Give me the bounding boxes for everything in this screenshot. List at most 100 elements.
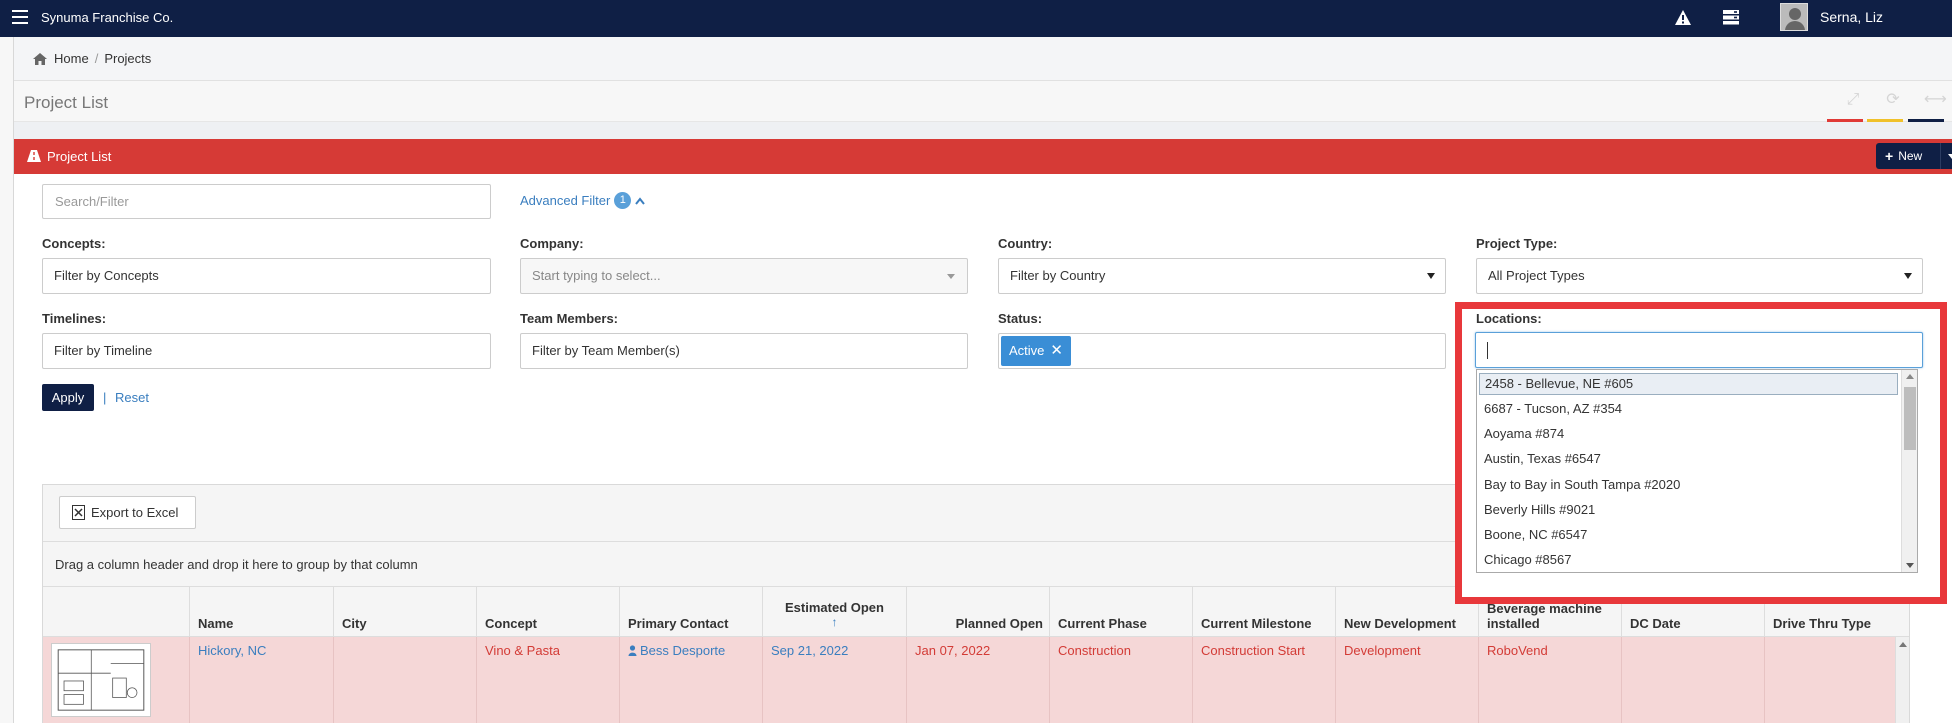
locations-search-input[interactable] [1475,332,1923,368]
status-filter[interactable]: Active ✕ [998,333,1446,369]
text-cursor [1487,342,1488,359]
column-header-primary-contact[interactable]: Primary Contact [619,587,762,637]
warning-icon[interactable] [1674,9,1692,26]
grid-scrollbar[interactable] [1895,637,1909,723]
column-header-label: DC Date [1630,616,1681,631]
column-header-label: Planned Open [955,616,1043,631]
export-to-excel-button[interactable]: Export to Excel [59,496,196,529]
brand-name[interactable]: Synuma Franchise Co. [41,10,173,25]
column-header-label: Drive Thru Type [1773,616,1872,631]
location-option[interactable]: Boone, NC #6547 [1479,524,1898,546]
group-by-hint: Drag a column header and drop it here to… [55,557,418,572]
chevron-down-icon [1427,273,1435,279]
location-option[interactable]: 6687 - Tucson, AZ #354 [1479,398,1898,420]
concepts-filter[interactable]: Filter by Concepts [42,258,491,294]
column-header-label: City [342,616,367,631]
cell-concept: Vino & Pasta [476,637,619,723]
project-type-label: Project Type: [1476,236,1558,251]
timelines-filter[interactable]: Filter by Timeline [42,333,491,369]
close-icon[interactable]: ✕ [1050,336,1063,366]
new-dropdown-toggle[interactable] [1940,143,1952,169]
advanced-filter-label: Advanced Filter [520,193,611,208]
reset-link[interactable]: Reset [115,390,149,405]
breadcrumb-current[interactable]: Projects [104,51,151,66]
user-name[interactable]: Serna, Liz [1820,9,1883,25]
server-icon[interactable] [1722,9,1740,25]
column-header-city[interactable]: City [333,587,476,637]
locations-label: Locations: [1476,311,1542,326]
location-option[interactable]: 2458 - Bellevue, NE #605 [1479,373,1898,395]
action-separator: | [103,390,107,405]
breadcrumb-separator: / [94,51,99,66]
person-icon [628,645,637,656]
location-option[interactable]: Beverly Hills #9021 [1479,499,1898,521]
scrollbar-thumb[interactable] [1904,387,1916,450]
breadcrumb-bar: Home / Projects [14,37,1952,81]
project-type-value: All Project Types [1488,268,1585,283]
column-header-label: Name [198,616,234,631]
excel-icon [72,505,85,520]
location-option[interactable]: Bay to Bay in South Tampa #2020 [1479,474,1898,496]
country-select[interactable]: Filter by Country [998,258,1446,294]
column-header-planned-open[interactable]: Planned Open [906,587,1049,637]
team-members-filter[interactable]: Filter by Team Member(s) [520,333,968,369]
column-header-current-milestone[interactable]: Current Milestone [1192,587,1335,637]
scroll-up-icon[interactable] [1906,374,1914,379]
breadcrumb-home-link[interactable]: Home [54,51,89,66]
floor-plan-thumbnail[interactable] [51,643,151,717]
left-sidebar-edge [0,37,14,723]
cell-beverage-machine: RoboVend [1478,637,1621,723]
cell-estimated-open: Sep 21, 2022 [762,637,906,723]
sort-ascending-icon: ↑ [831,615,838,629]
expand-underline [1827,119,1863,122]
advanced-filter-count-badge: 1 [614,192,632,209]
cell-city [333,637,476,723]
status-label: Status: [998,311,1043,326]
cell-dc-date [1621,637,1764,723]
export-button-label: Export to Excel [91,505,179,520]
cell-primary-contact[interactable]: Bess Desporte [619,637,762,723]
column-header-name[interactable]: Name [189,587,333,637]
cell-name[interactable]: Hickory, NC [189,637,333,723]
table-row[interactable]: Hickory, NC Vino & Pasta Bess Desporte S… [43,637,1908,723]
status-tag-active: Active ✕ [1001,336,1071,366]
collapse-icon[interactable]: ⟷ [1924,91,1947,109]
company-label: Company: [520,236,584,251]
company-placeholder: Start typing to select... [532,268,661,283]
project-type-select[interactable]: All Project Types [1476,258,1923,294]
column-header-estimated-open[interactable]: Estimated Open ↑ [762,587,906,637]
location-option[interactable]: Aoyama #874 [1479,423,1898,445]
apply-button[interactable]: Apply [42,384,94,411]
column-header-label: New Development [1344,616,1456,631]
expand-icon[interactable]: ⤢ [1844,91,1862,109]
team-members-label: Team Members: [520,311,619,326]
new-project-button[interactable]: + New [1876,143,1952,169]
cell-current-milestone: Construction Start [1192,637,1335,723]
column-header-image [43,587,189,637]
cell-current-phase: Construction [1049,637,1192,723]
panel-title: Project List [47,149,112,164]
advanced-filter-toggle[interactable]: Advanced Filter 1 [520,192,646,209]
concepts-label: Concepts: [42,236,106,251]
location-option[interactable]: Austin, Texas #6547 [1479,448,1898,470]
cell-drive-thru-type [1764,637,1908,723]
menu-icon[interactable] [12,10,28,24]
refresh-icon[interactable]: ⟳ [1884,91,1902,109]
road-icon [27,150,41,162]
breadcrumb: Home / Projects [32,51,151,66]
avatar[interactable] [1780,3,1808,31]
column-header-current-phase[interactable]: Current Phase [1049,587,1192,637]
scroll-down-icon[interactable] [1906,563,1914,568]
chevron-down-icon [1904,273,1912,279]
country-label: Country: [998,236,1053,251]
page-title-bar: Project List ⤢ ⟳ ⟷ [14,81,1952,122]
company-select[interactable]: Start typing to select... [520,258,968,294]
locations-dropdown-list[interactable]: 2458 - Bellevue, NE #605 6687 - Tucson, … [1476,369,1918,573]
location-option[interactable]: Chicago #8567 [1479,549,1898,571]
chevron-up-icon [635,196,646,205]
search-input[interactable] [42,184,491,219]
column-header-concept[interactable]: Concept [476,587,619,637]
locations-scrollbar[interactable] [1901,370,1917,572]
project-list-panel-header: Project List + New [14,139,1952,174]
chevron-down-icon [947,274,955,279]
